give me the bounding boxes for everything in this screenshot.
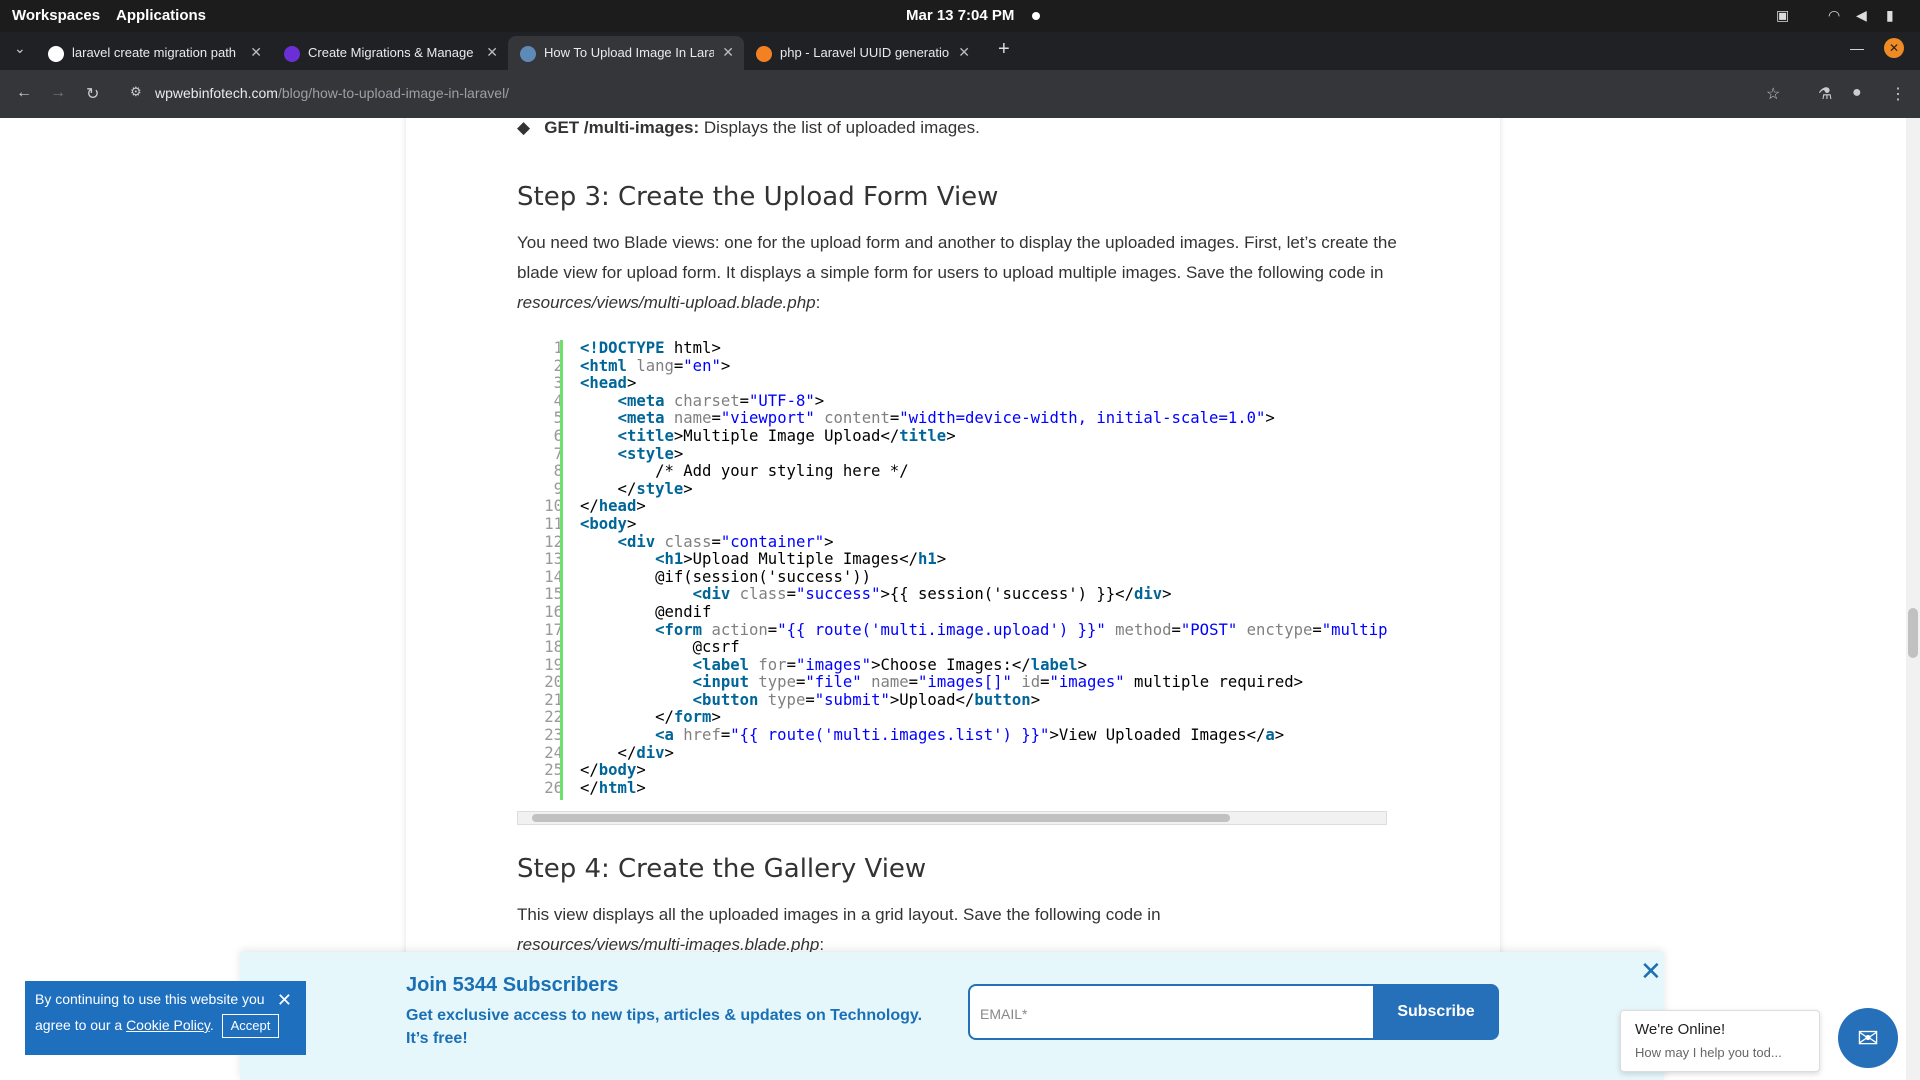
page-scrollbar-thumb[interactable] (1908, 608, 1918, 658)
chat-popup[interactable]: We're Online! How may I help you tod... (1620, 1010, 1820, 1072)
close-window-icon[interactable]: ✕ (1884, 38, 1904, 58)
bullet-text: Displays the list of uploaded images. (699, 118, 980, 137)
tab-search-icon[interactable]: ⌄ (14, 40, 26, 57)
step3-heading: Step 3: Create the Upload Form View (517, 182, 999, 212)
site-info-icon[interactable]: ⚙ (130, 84, 142, 100)
tab-title: laravel create migration path (72, 45, 237, 60)
close-tab-icon[interactable]: ✕ (486, 44, 498, 61)
close-tab-icon[interactable]: ✕ (722, 44, 734, 61)
step3-path: resources/views/multi-upload.blade.php (517, 293, 816, 312)
new-tab-icon[interactable]: + (998, 38, 1010, 61)
forward-icon[interactable]: → (50, 84, 66, 102)
tab-title: How To Upload Image In Laravel (544, 45, 714, 60)
cookie-notice: By continuing to use this website you ag… (25, 981, 306, 1055)
wifi-icon[interactable]: ◠ (1828, 7, 1840, 24)
url-path: /blog/how-to-upload-image-in-laravel/ (277, 85, 510, 101)
tab-laravel-migration[interactable]: laravel create migration path ✕ (36, 36, 272, 70)
screen-icon[interactable]: ▣ (1776, 7, 1789, 24)
google-icon (48, 46, 64, 62)
subscribe-button[interactable]: Subscribe (1373, 984, 1499, 1040)
cookie-text-end: . (209, 1017, 214, 1033)
stack-icon (756, 46, 772, 62)
tab-uuid[interactable]: php - Laravel UUID generation ✕ (744, 36, 980, 70)
profile-icon[interactable]: ● (1852, 84, 1862, 102)
site-icon (284, 46, 300, 62)
tab-title: Create Migrations & Manage (308, 45, 474, 60)
step4-text: This view displays all the uploaded imag… (517, 905, 1161, 924)
subscribe-subtitle: Get exclusive access to new tips, articl… (406, 1007, 923, 1047)
close-tab-icon[interactable]: ✕ (250, 44, 262, 61)
volume-icon[interactable]: ◀ (1856, 7, 1867, 24)
accept-button[interactable]: Accept (221, 1014, 280, 1038)
chat-subtitle: How may I help you tod... (1635, 1045, 1782, 1060)
bookmark-star-icon[interactable]: ☆ (1766, 84, 1780, 104)
clock[interactable]: Mar 13 7:04 PM (906, 7, 1014, 24)
step4-heading: Step 4: Create the Gallery View (517, 854, 927, 884)
chat-icon[interactable]: ✉ (1838, 1008, 1898, 1068)
subscribe-banner: Join 5344 Subscribers Get exclusive acce… (240, 952, 1664, 1080)
reload-icon[interactable]: ↻ (86, 84, 99, 104)
code-source: <!DOCTYPE html> <html lang="en"> <head> … (580, 340, 1387, 797)
page-viewport: ◆ GET /multi-images: Displays the list o… (0, 118, 1920, 1080)
close-banner-icon[interactable]: ✕ (1640, 956, 1662, 987)
url-domain: wpwebinfotech.com (155, 85, 278, 101)
wp-icon (520, 46, 536, 62)
step3-colon: : (815, 293, 821, 312)
workspaces-menu[interactable]: Workspaces (12, 7, 100, 24)
close-cookie-icon[interactable]: ✕ (277, 987, 292, 1013)
bullet-bold: GET /multi-images: (544, 118, 700, 137)
applications-menu[interactable]: Applications (116, 7, 206, 24)
battery-icon[interactable]: ▮ (1886, 7, 1894, 24)
bullet-item: ◆ GET /multi-images: Displays the list o… (517, 118, 980, 137)
chat-title: We're Online! (1635, 1021, 1726, 1038)
subscribe-title: Join 5344 Subscribers (406, 974, 619, 996)
scrollbar-thumb[interactable] (532, 814, 1230, 822)
line-numbers: 1 2 3 4 5 6 7 8 9 10 11 12 13 14 15 16 1… (544, 340, 563, 797)
tab-upload-image[interactable]: How To Upload Image In Laravel ✕ (508, 36, 744, 70)
url-field[interactable]: wpwebinfotech.com/blog/how-to-upload-ima… (155, 85, 509, 101)
tab-strip: ⌄ laravel create migration path ✕ Create… (0, 32, 1920, 70)
menu-icon[interactable]: ⋮ (1890, 84, 1906, 104)
tab-create-migrations[interactable]: Create Migrations & Manage ✕ (272, 36, 508, 70)
code-block: 1 2 3 4 5 6 7 8 9 10 11 12 13 14 15 16 1… (517, 340, 1387, 815)
step3-text: You need two Blade views: one for the up… (517, 233, 1397, 282)
address-bar: ← → ↻ ⚙ wpwebinfotech.com/blog/how-to-up… (0, 70, 1920, 118)
code-horizontal-scrollbar[interactable] (517, 811, 1387, 825)
system-top-bar: Workspaces Applications Mar 13 7:04 PM ▣… (0, 0, 1920, 32)
cookie-policy-link[interactable]: Cookie Policy (126, 1017, 210, 1033)
close-tab-icon[interactable]: ✕ (958, 44, 970, 61)
page-scrollbar[interactable] (1906, 118, 1920, 1080)
labs-icon[interactable]: ⚗ (1818, 84, 1832, 104)
email-field[interactable]: EMAIL* (968, 984, 1376, 1040)
tab-title: php - Laravel UUID generation (780, 45, 950, 60)
step4-paragraph: This view displays all the uploaded imag… (517, 900, 1277, 960)
minimize-icon[interactable]: — (1850, 40, 1864, 56)
step3-paragraph: You need two Blade views: one for the up… (517, 228, 1397, 318)
back-icon[interactable]: ← (16, 84, 32, 102)
notification-dot-icon (1032, 12, 1040, 20)
gutter-bar (560, 340, 563, 800)
